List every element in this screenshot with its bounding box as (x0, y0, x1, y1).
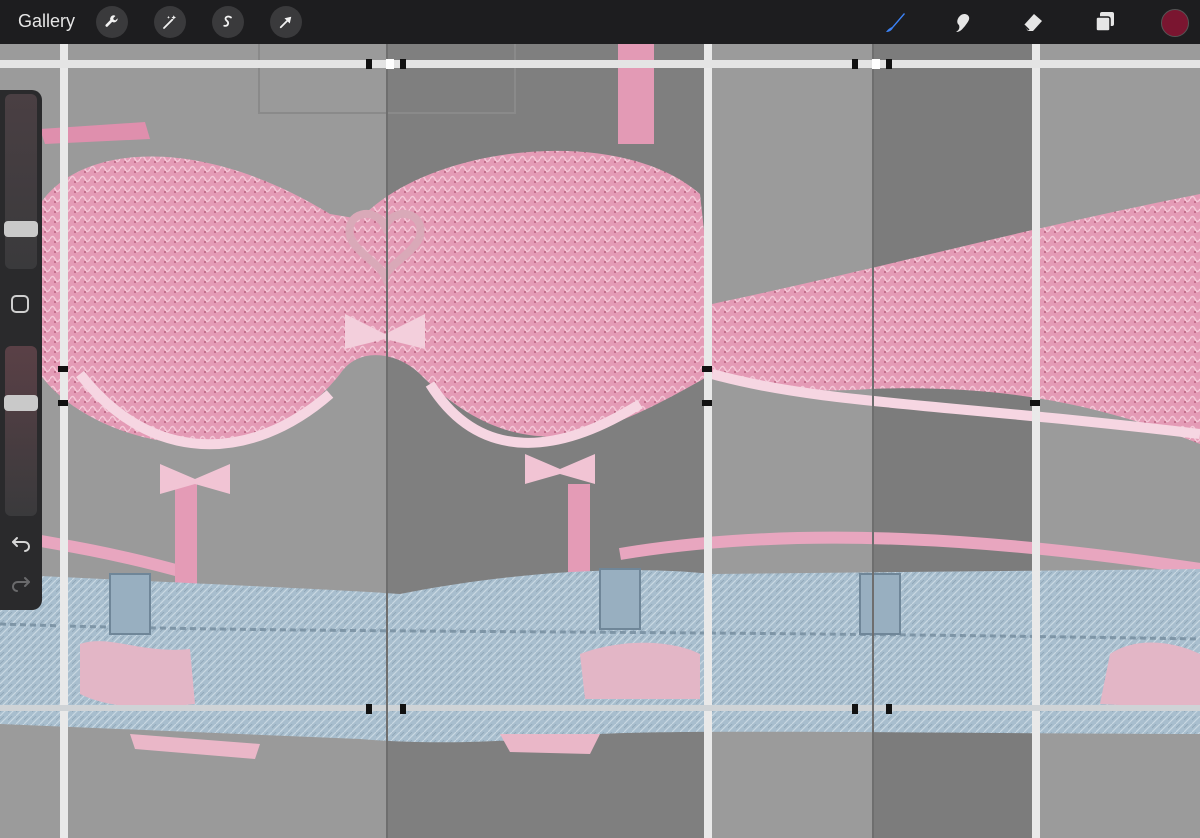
transform-handle[interactable] (400, 704, 406, 714)
drawing-canvas[interactable] (0, 44, 1200, 838)
grid-line (60, 44, 68, 838)
transform-handle[interactable] (58, 400, 68, 406)
transform-handle[interactable] (886, 704, 892, 714)
undo-icon[interactable] (10, 532, 32, 554)
strap-ribbon (40, 122, 150, 144)
shoulder-strap (618, 44, 654, 144)
grid-line (0, 60, 1200, 68)
grid-line (0, 705, 1200, 711)
transform-handle[interactable] (366, 704, 372, 714)
top-toolbar: Gallery (0, 0, 1200, 44)
transform-handle[interactable] (1030, 400, 1040, 406)
square-modify-icon[interactable] (11, 295, 29, 313)
transform-handle[interactable] (58, 366, 68, 372)
opacity-slider[interactable] (5, 346, 37, 516)
transform-handle[interactable] (400, 59, 406, 69)
gallery-button[interactable]: Gallery (18, 11, 75, 32)
transform-handle[interactable] (386, 59, 394, 69)
transform-handle[interactable] (872, 59, 880, 69)
layers-icon[interactable] (1090, 7, 1120, 37)
transform-handle[interactable] (702, 366, 712, 372)
adjustments-wand-icon[interactable] (154, 6, 186, 38)
left-sidebar (0, 90, 42, 610)
brush-size-knob[interactable] (4, 221, 38, 238)
grid-line (386, 44, 388, 838)
transform-handle[interactable] (366, 59, 372, 69)
brush-icon[interactable] (880, 7, 910, 37)
actions-wrench-icon[interactable] (96, 6, 128, 38)
grid-line (704, 44, 712, 838)
grid-line (872, 44, 874, 838)
smudge-icon[interactable] (948, 7, 978, 37)
transform-handle[interactable] (886, 59, 892, 69)
redo-icon[interactable] (10, 572, 32, 594)
artwork-layer (0, 44, 1200, 759)
brush-size-slider[interactable] (5, 94, 37, 269)
eraser-icon[interactable] (1018, 7, 1048, 37)
lace-bra-garment (40, 150, 1200, 444)
color-picker-swatch[interactable] (1161, 9, 1189, 37)
transform-arrow-icon[interactable] (270, 6, 302, 38)
transform-handle[interactable] (852, 704, 858, 714)
selection-s-icon[interactable] (212, 6, 244, 38)
transform-handle[interactable] (702, 400, 712, 406)
transform-handle[interactable] (852, 59, 858, 69)
grid-line (1032, 44, 1040, 838)
opacity-knob[interactable] (4, 394, 38, 411)
